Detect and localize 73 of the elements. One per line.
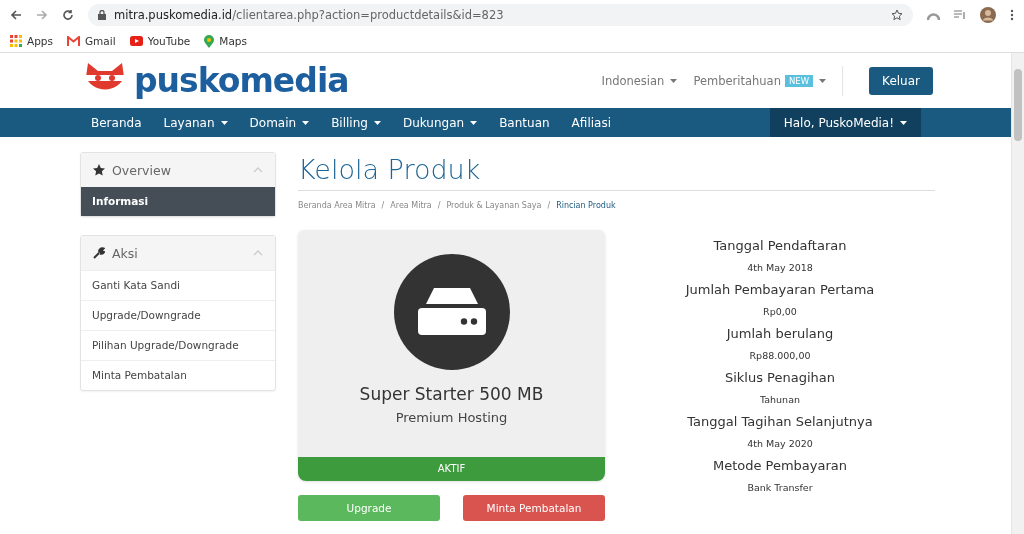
nav-link[interactable]: Domain [238, 108, 321, 137]
breadcrumb-link[interactable]: Beranda Area Mitra [298, 201, 376, 210]
nav-link[interactable]: Bantuan [488, 108, 561, 137]
detail-value: 4th May 2020 [747, 437, 813, 451]
panel-title: Overview [112, 162, 171, 178]
sidebar-item[interactable]: Minta Pembatalan [81, 360, 275, 390]
url-text: mitra.puskomedia.id/clientarea.php?action=productdetails&id=823 [114, 8, 504, 22]
detail-label: Jumlah berulang [726, 325, 834, 343]
caret-icon [900, 120, 907, 125]
detail-label: Siklus Penagihan [724, 369, 835, 387]
apps-grid-icon [10, 35, 22, 47]
star-icon [93, 164, 105, 176]
nav-link[interactable]: Afiliasi [560, 108, 622, 137]
user-menu[interactable]: Halo, PuskoMedia! [769, 108, 921, 137]
detail-label: Tanggal Pendaftaran [713, 237, 847, 255]
sidebar-item[interactable]: Informasi [81, 187, 275, 216]
site-logo-text[interactable]: puskomedia [134, 61, 349, 100]
nav-link[interactable]: Beranda [80, 108, 153, 137]
breadcrumb-separator: / [381, 201, 385, 210]
chevron-icon[interactable] [253, 250, 263, 256]
breadcrumb-separator: / [437, 201, 441, 210]
sidebar-item[interactable]: Pilihan Upgrade/Downgrade [81, 330, 275, 360]
address-bar[interactable]: mitra.puskomedia.id/clientarea.php?action=productdetails&id=823 [88, 4, 913, 26]
avatar-icon[interactable] [980, 7, 996, 23]
back-arrow-icon[interactable] [10, 9, 22, 21]
scrollbar[interactable] [1011, 53, 1024, 534]
notifications-dropdown[interactable]: Pemberitahuan NEW [693, 73, 827, 88]
nav-link[interactable]: Dukungan [391, 108, 489, 137]
sidebar-item[interactable]: Upgrade/Downgrade [81, 300, 275, 330]
breadcrumb-link[interactable]: Produk & Layanan Saya [446, 201, 542, 210]
mail-icon [67, 36, 80, 46]
caret-icon [670, 78, 678, 83]
star-icon[interactable] [891, 9, 903, 21]
bookmark[interactable]: Gmail [67, 35, 116, 47]
breadcrumb-link[interactable]: Rincian Produk [556, 201, 616, 210]
bookmark[interactable]: YouTube [129, 35, 191, 47]
detail-value: Rp88.000,00 [749, 349, 811, 363]
language-dropdown[interactable]: Indonesian [601, 73, 678, 88]
new-badge: NEW [784, 74, 814, 87]
playlist-icon[interactable] [954, 10, 966, 20]
play-icon [129, 36, 143, 46]
chevron-icon[interactable] [253, 167, 263, 173]
nav-link[interactable]: Layanan [152, 108, 239, 137]
map-pin-icon [204, 34, 215, 48]
breadcrumb-separator: / [547, 201, 551, 210]
server-drive-icon [393, 254, 510, 370]
bookmark[interactable]: Apps [10, 35, 53, 47]
detail-value: Bank Transfer [747, 481, 813, 495]
panel-title: Aksi [112, 245, 138, 261]
detail-label: Tanggal Tagihan Selanjutnya [687, 413, 873, 431]
product-name: Super Starter 500 MB [359, 384, 544, 404]
sidebar-item[interactable]: Ganti Kata Sandi [81, 270, 275, 300]
detail-value: Tahunan [760, 393, 800, 407]
caret-icon [819, 78, 827, 83]
more-vertical-icon[interactable] [1010, 9, 1014, 21]
detail-label: Jumlah Pembayaran Pertama [685, 281, 875, 299]
lock-icon [98, 10, 106, 20]
detail-label: Metode Pembayaran [712, 457, 848, 475]
nav-link[interactable]: Billing [320, 108, 392, 137]
logout-button[interactable]: Keluar [869, 66, 933, 95]
detail-value: Rp0,00 [763, 305, 797, 319]
status-bar: AKTIF [298, 457, 605, 481]
bookmark[interactable]: Maps [204, 34, 247, 48]
detail-value: 4th May 2018 [747, 261, 813, 275]
panel-header[interactable]: Overview [81, 153, 275, 187]
reload-icon[interactable] [62, 9, 74, 21]
panel-header[interactable]: Aksi [81, 236, 275, 270]
action-button[interactable]: Minta Pembatalan [463, 495, 605, 521]
wrench-icon [93, 247, 105, 259]
page-title: Kelola Produk [298, 152, 935, 191]
forward-arrow-icon[interactable] [36, 9, 48, 21]
product-group: Premium Hosting [395, 410, 508, 425]
breadcrumb-link[interactable]: Area Mitra [390, 201, 432, 210]
